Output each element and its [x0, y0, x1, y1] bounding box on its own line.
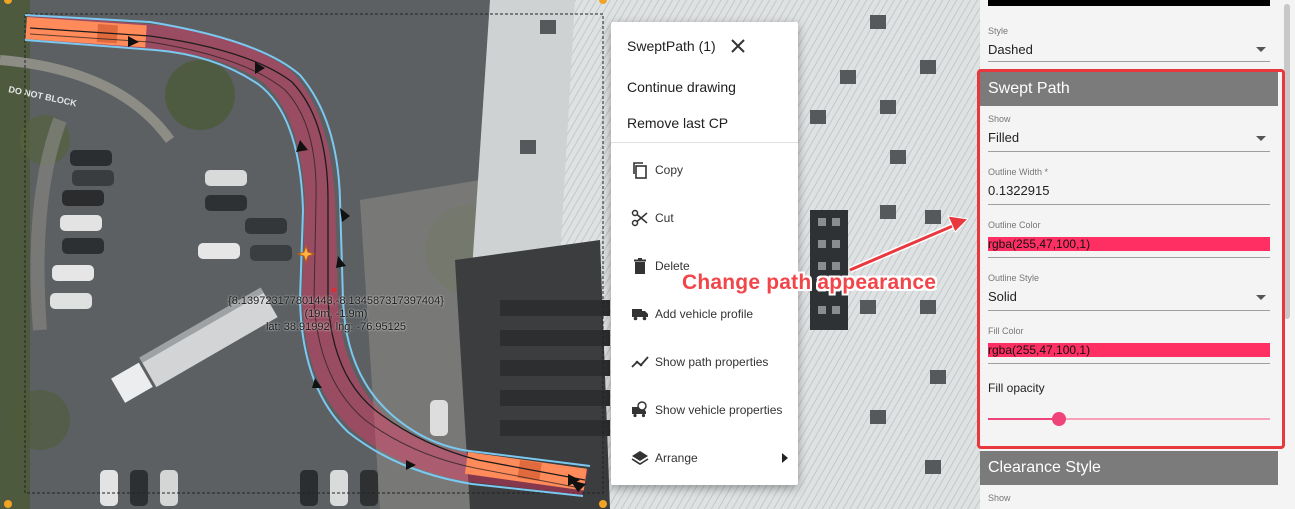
menu-item-label: Arrange [655, 451, 698, 465]
clipped-color-field[interactable] [988, 0, 1270, 6]
fill-color-input[interactable]: rgba(255,47,100,1) [988, 343, 1270, 357]
layers-icon [631, 449, 649, 467]
context-menu: SweptPath (1) Continue drawing Remove la… [611, 22, 798, 485]
remove-last-cp-item[interactable]: Remove last CP [627, 115, 728, 131]
style-label: Style [988, 26, 1009, 36]
map-canvas[interactable]: DO NOT BLOCK {8.139723177801443,-8.13458… [0, 0, 980, 509]
map-coordinates: {8.139723177801443,-8.134587317397404} [228, 295, 444, 307]
continue-drawing-item[interactable]: Continue drawing [627, 79, 736, 95]
outline-width-input[interactable]: 0.1322915 [988, 183, 1049, 198]
map-aerial: DO NOT BLOCK [0, 0, 980, 509]
show-select[interactable]: Filled [988, 130, 1019, 145]
menu-item-cut[interactable]: Cut [631, 208, 674, 228]
submenu-chevron-right-icon [782, 453, 788, 463]
outline-color-input[interactable]: rgba(255,47,100,1) [988, 237, 1270, 251]
field-underline [988, 310, 1270, 311]
chevron-down-icon [1256, 47, 1266, 52]
chevron-down-icon [1256, 136, 1266, 141]
clearance-show-label: Show [988, 493, 1011, 503]
chevron-down-icon [1256, 295, 1266, 300]
menu-item-add-vehicle-profile[interactable]: Add vehicle profile [631, 304, 753, 324]
style-select[interactable]: Dashed [988, 42, 1033, 57]
field-underline [988, 204, 1270, 205]
fill-opacity-slider-thumb[interactable] [1051, 412, 1066, 426]
menu-item-arrange[interactable]: Arrange [631, 448, 698, 468]
trash-icon [631, 257, 649, 275]
menu-item-show-path-properties[interactable]: Show path properties [631, 352, 768, 372]
menu-item-label: Show vehicle properties [655, 403, 783, 417]
menu-item-label: Copy [655, 163, 684, 177]
vehicle-settings-icon [631, 401, 649, 419]
path-icon [631, 353, 649, 371]
field-underline [988, 363, 1270, 364]
fill-color-label: Fill Color [988, 326, 1024, 336]
outline-style-select[interactable]: Solid [988, 289, 1017, 304]
map-latlng: lat: 38.91992, lng: -76.95125 [265, 321, 407, 333]
menu-item-copy[interactable]: Copy [631, 160, 683, 180]
menu-divider [611, 142, 798, 143]
clearance-style-header[interactable]: Clearance Style [980, 451, 1278, 485]
close-icon[interactable] [729, 37, 747, 55]
field-underline [988, 61, 1270, 62]
copy-icon [631, 161, 649, 179]
outline-style-label: Outline Style [988, 273, 1040, 283]
outline-color-label: Outline Color [988, 220, 1041, 230]
field-underline [988, 257, 1270, 258]
fill-opacity-label: Fill opacity [988, 381, 1045, 395]
scissors-icon [631, 209, 649, 227]
menu-item-label: Add vehicle profile [655, 307, 754, 321]
map-offset: (19m, -1.9m) [304, 308, 368, 320]
context-menu-title: SweptPath (1) [627, 38, 716, 54]
menu-item-delete[interactable]: Delete [631, 256, 690, 276]
outline-width-label: Outline Width * [988, 167, 1049, 177]
swept-path-header[interactable]: Swept Path [980, 72, 1278, 106]
menu-item-label: Cut [655, 211, 674, 225]
scrollbar-thumb[interactable] [1284, 4, 1290, 319]
annotation-label: Change path appearance [682, 271, 937, 294]
fill-opacity-slider-fill [988, 418, 1059, 420]
truck-icon [631, 305, 649, 323]
field-underline [988, 151, 1270, 152]
show-label: Show [988, 114, 1011, 124]
menu-item-show-vehicle-properties[interactable]: Show vehicle properties [631, 400, 782, 420]
menu-item-label: Show path properties [655, 355, 769, 369]
cursor-coordinate-readout: {8.139723177801443,-8.134587317397404} (… [216, 295, 456, 334]
